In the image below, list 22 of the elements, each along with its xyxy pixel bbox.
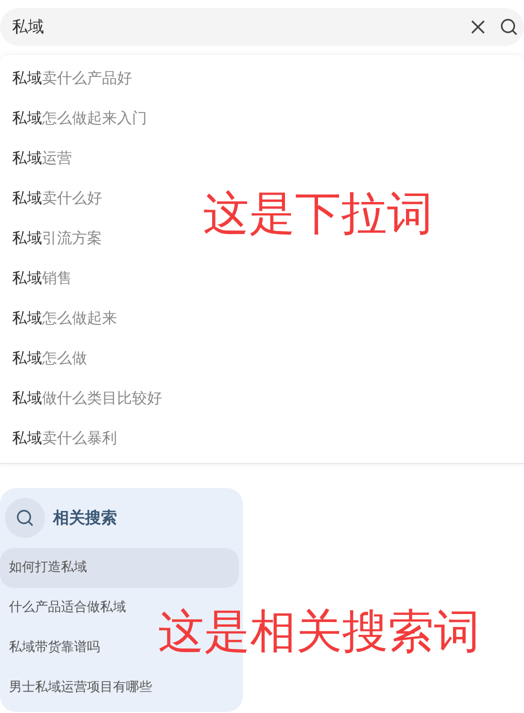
search-field[interactable]: 私域 (0, 8, 524, 46)
search-icon (5, 498, 45, 538)
suggestion-item[interactable]: 私域怎么做起来 (0, 298, 129, 338)
related-search-item[interactable]: 私域带货靠谱吗 (0, 628, 109, 668)
suggestion-item[interactable]: 私域怎么做起来入门 (0, 98, 159, 138)
suggestion-item[interactable]: 私域运营 (0, 138, 84, 178)
related-search-item[interactable]: 如何打造私域 (0, 548, 239, 588)
annotation-text: 这是下拉词 (203, 185, 433, 242)
suggestion-item[interactable]: 私域引流方案 (0, 218, 114, 258)
close-icon[interactable] (470, 19, 486, 35)
suggestion-item[interactable]: 私域卖什么暴利 (0, 418, 129, 458)
card-title: 相关搜索 (53, 508, 117, 528)
suggestion-item[interactable]: 私域卖什么好 (0, 178, 114, 218)
suggestion-item[interactable]: 私域做什么类目比较好 (0, 378, 174, 418)
annotation-text: 这是相关搜索词 (158, 603, 480, 660)
related-search-item[interactable]: 男士私域运营项目有哪些 (0, 668, 161, 708)
search-icon[interactable] (500, 18, 518, 36)
related-search-item[interactable]: 什么产品适合做私域 (0, 588, 135, 628)
search-input[interactable]: 私域 (12, 18, 456, 36)
suggestion-item[interactable]: 私域卖什么产品好 (0, 58, 144, 98)
suggestion-item[interactable]: 私域销售 (0, 258, 84, 298)
suggestion-item[interactable]: 私域怎么做 (0, 338, 99, 378)
